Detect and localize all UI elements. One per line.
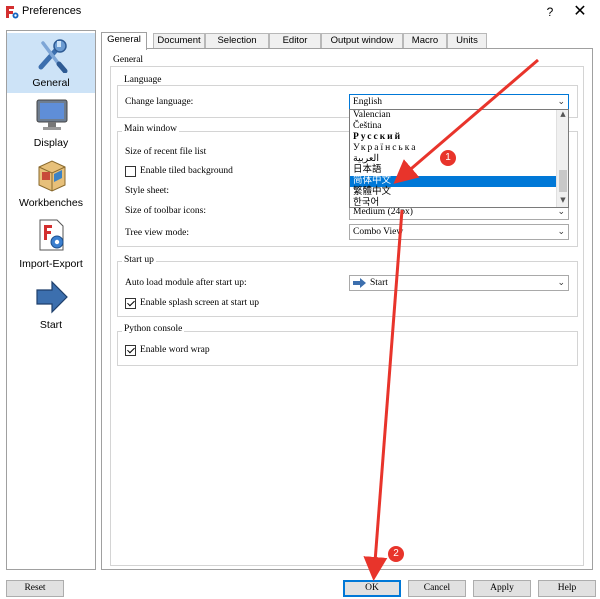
wrench-screwdriver-icon xyxy=(38,39,68,73)
style-sheet-label: Style sheet: xyxy=(125,186,170,196)
reset-button[interactable]: Reset xyxy=(6,580,64,597)
language-select[interactable]: English ⌄ xyxy=(349,94,569,110)
sidebar-item-display[interactable]: Display xyxy=(7,93,95,153)
tab-selection[interactable]: Selection xyxy=(205,33,269,49)
sidebar-item-label: Import-Export xyxy=(19,258,83,270)
tab-editor[interactable]: Editor xyxy=(269,33,321,49)
annotation-badge-1: 1 xyxy=(440,150,456,166)
python-console-group-label: Python console xyxy=(122,324,185,334)
language-option[interactable]: Valencian xyxy=(350,110,556,121)
auto-load-value: Start xyxy=(370,278,388,288)
start-arrow-icon xyxy=(353,278,366,288)
document-gear-icon xyxy=(39,219,64,251)
tiled-background-checkbox[interactable] xyxy=(125,166,136,177)
tiled-background-label: Enable tiled background xyxy=(140,166,233,176)
splash-screen-label: Enable splash screen at start up xyxy=(140,298,259,308)
language-select-value: English xyxy=(353,97,383,107)
splash-screen-checkbox[interactable] xyxy=(125,298,136,309)
language-option[interactable]: 繁體中文 xyxy=(350,187,556,198)
scroll-down-icon[interactable]: ▼ xyxy=(557,196,568,206)
recent-files-label: Size of recent file list xyxy=(125,147,207,157)
ok-button[interactable]: OK xyxy=(343,580,401,597)
package-box-icon xyxy=(38,160,66,192)
sidebar-item-label: General xyxy=(32,77,70,89)
scroll-up-icon[interactable]: ▲ xyxy=(557,110,568,120)
tree-view-value: Combo View xyxy=(353,227,404,237)
sidebar-item-label: Start xyxy=(39,319,63,331)
language-option-selected[interactable]: 简体中文 xyxy=(350,176,556,187)
start-up-group-label: Start up xyxy=(122,255,156,265)
tab-document[interactable]: Document xyxy=(153,33,205,49)
window-title: Preferences xyxy=(22,5,82,17)
word-wrap-label: Enable word wrap xyxy=(140,345,210,355)
toolbar-icons-value: Medium (24px) xyxy=(353,207,413,217)
preferences-category-sidebar: General Display Workbenches Import-Expor… xyxy=(6,30,96,570)
sidebar-item-workbenches[interactable]: Workbenches xyxy=(7,153,95,213)
chevron-down-icon: ⌄ xyxy=(557,97,565,107)
auto-load-select[interactable]: Start ⌄ xyxy=(349,275,569,291)
help-title-button[interactable]: ? xyxy=(540,3,560,21)
chevron-down-icon: ⌄ xyxy=(557,227,565,237)
sidebar-item-label: Workbenches xyxy=(18,197,83,209)
right-arrow-icon xyxy=(36,280,68,314)
change-language-label: Change language: xyxy=(125,97,194,107)
sidebar-item-import-export[interactable]: Import-Export xyxy=(7,214,95,274)
title-bar: Preferences ? ✕ xyxy=(0,0,600,24)
tree-view-select[interactable]: Combo View ⌄ xyxy=(349,224,569,240)
sidebar-item-label: Display xyxy=(33,137,69,149)
language-option[interactable]: 한국어 xyxy=(350,198,556,207)
tab-macro[interactable]: Macro xyxy=(403,33,447,49)
toolbar-icons-label: Size of toolbar icons: xyxy=(125,206,206,216)
tab-general[interactable]: General xyxy=(101,32,147,50)
help-button[interactable]: Help xyxy=(538,580,596,597)
language-option[interactable]: 日本語 xyxy=(350,165,556,176)
monitor-icon xyxy=(36,99,68,130)
auto-load-label: Auto load module after start up: xyxy=(125,278,247,288)
close-button[interactable]: ✕ xyxy=(568,2,592,22)
sidebar-item-general[interactable]: General xyxy=(7,33,95,93)
chevron-down-icon: ⌄ xyxy=(557,278,565,288)
tree-view-label: Tree view mode: xyxy=(125,228,190,238)
freecad-app-icon xyxy=(5,5,19,19)
apply-button[interactable]: Apply xyxy=(473,580,531,597)
language-option[interactable]: Русский xyxy=(350,132,556,143)
cancel-button[interactable]: Cancel xyxy=(408,580,466,597)
scrollbar-thumb[interactable] xyxy=(559,170,567,192)
language-option[interactable]: Čeština xyxy=(350,121,556,132)
tab-output-window[interactable]: Output window xyxy=(321,33,403,49)
language-dropdown-list: Valencian Čeština Русский Українська الع… xyxy=(349,109,569,208)
main-window-group-label: Main window xyxy=(122,124,180,134)
sidebar-item-start[interactable]: Start xyxy=(7,275,95,335)
annotation-badge-2: 2 xyxy=(388,546,404,562)
tab-units[interactable]: Units xyxy=(447,33,487,49)
dropdown-scrollbar[interactable]: ▲ ▼ xyxy=(556,110,568,207)
general-group-label: General xyxy=(113,55,144,65)
word-wrap-checkbox[interactable] xyxy=(125,345,136,356)
language-group-label: Language xyxy=(122,75,164,85)
